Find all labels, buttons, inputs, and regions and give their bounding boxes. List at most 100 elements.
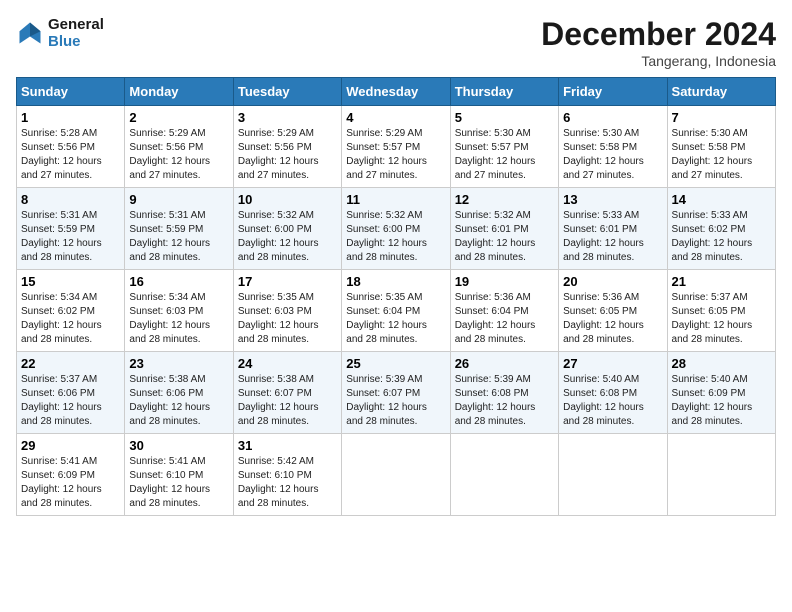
cell-info: Sunrise: 5:34 AMSunset: 6:02 PMDaylight:… [21, 291, 120, 347]
day-number: 20 [563, 274, 662, 289]
cell-info: Sunrise: 5:33 AMSunset: 6:01 PMDaylight:… [563, 209, 662, 265]
subtitle: Tangerang, Indonesia [541, 53, 776, 69]
day-number: 29 [21, 438, 120, 453]
cell-info: Sunrise: 5:37 AMSunset: 6:06 PMDaylight:… [21, 373, 120, 429]
calendar-cell [559, 434, 667, 516]
cell-info: Sunrise: 5:41 AMSunset: 6:09 PMDaylight:… [21, 455, 120, 511]
day-number: 5 [455, 110, 554, 125]
calendar-cell: 5 Sunrise: 5:30 AMSunset: 5:57 PMDaylight… [450, 106, 558, 188]
cell-info: Sunrise: 5:32 AMSunset: 6:00 PMDaylight:… [346, 209, 445, 265]
calendar-cell: 15 Sunrise: 5:34 AMSunset: 6:02 PMDayligh… [17, 270, 125, 352]
calendar-cell: 28 Sunrise: 5:40 AMSunset: 6:09 PMDayligh… [667, 352, 775, 434]
week-row-1: 1 Sunrise: 5:28 AMSunset: 5:56 PMDaylight… [17, 106, 776, 188]
cell-info: Sunrise: 5:29 AMSunset: 5:57 PMDaylight:… [346, 127, 445, 183]
day-header-sunday: Sunday [17, 78, 125, 106]
day-number: 23 [129, 356, 228, 371]
calendar-cell: 6 Sunrise: 5:30 AMSunset: 5:58 PMDaylight… [559, 106, 667, 188]
calendar-cell: 1 Sunrise: 5:28 AMSunset: 5:56 PMDaylight… [17, 106, 125, 188]
title-area: December 2024 Tangerang, Indonesia [541, 16, 776, 69]
day-header-thursday: Thursday [450, 78, 558, 106]
logo: General Blue [16, 16, 104, 50]
cell-info: Sunrise: 5:32 AMSunset: 6:01 PMDaylight:… [455, 209, 554, 265]
day-number: 10 [238, 192, 337, 207]
calendar-cell [667, 434, 775, 516]
day-header-tuesday: Tuesday [233, 78, 341, 106]
cell-info: Sunrise: 5:40 AMSunset: 6:09 PMDaylight:… [672, 373, 771, 429]
week-row-5: 29 Sunrise: 5:41 AMSunset: 6:09 PMDayligh… [17, 434, 776, 516]
cell-info: Sunrise: 5:33 AMSunset: 6:02 PMDaylight:… [672, 209, 771, 265]
day-number: 12 [455, 192, 554, 207]
header: General Blue December 2024 Tangerang, In… [16, 16, 776, 69]
calendar-cell: 3 Sunrise: 5:29 AMSunset: 5:56 PMDaylight… [233, 106, 341, 188]
week-row-2: 8 Sunrise: 5:31 AMSunset: 5:59 PMDaylight… [17, 188, 776, 270]
cell-info: Sunrise: 5:40 AMSunset: 6:08 PMDaylight:… [563, 373, 662, 429]
calendar-cell: 19 Sunrise: 5:36 AMSunset: 6:04 PMDayligh… [450, 270, 558, 352]
calendar-cell: 21 Sunrise: 5:37 AMSunset: 6:05 PMDayligh… [667, 270, 775, 352]
calendar-cell: 7Sunrise: 5:30 AMSunset: 5:58 PMDaylight… [667, 106, 775, 188]
day-number: 26 [455, 356, 554, 371]
day-number: 6 [563, 110, 662, 125]
cell-info: Sunrise: 5:37 AMSunset: 6:05 PMDaylight:… [672, 291, 771, 347]
day-number: 3 [238, 110, 337, 125]
day-number: 25 [346, 356, 445, 371]
day-header-friday: Friday [559, 78, 667, 106]
day-number: 22 [21, 356, 120, 371]
day-number: 21 [672, 274, 771, 289]
calendar-cell: 8 Sunrise: 5:31 AMSunset: 5:59 PMDaylight… [17, 188, 125, 270]
day-number: 18 [346, 274, 445, 289]
day-number: 16 [129, 274, 228, 289]
cell-info: Sunrise: 5:29 AMSunset: 5:56 PMDaylight:… [129, 127, 228, 183]
calendar-cell: 16 Sunrise: 5:34 AMSunset: 6:03 PMDayligh… [125, 270, 233, 352]
cell-info: Sunrise: 5:39 AMSunset: 6:08 PMDaylight:… [455, 373, 554, 429]
week-row-3: 15 Sunrise: 5:34 AMSunset: 6:02 PMDayligh… [17, 270, 776, 352]
cell-info: Sunrise: 5:36 AMSunset: 6:04 PMDaylight:… [455, 291, 554, 347]
cell-info: Sunrise: 5:30 AMSunset: 5:57 PMDaylight:… [455, 127, 554, 183]
calendar-cell: 30 Sunrise: 5:41 AMSunset: 6:10 PMDayligh… [125, 434, 233, 516]
cell-info: Sunrise: 5:29 AMSunset: 5:56 PMDaylight:… [238, 127, 337, 183]
calendar-cell: 10 Sunrise: 5:32 AMSunset: 6:00 PMDayligh… [233, 188, 341, 270]
calendar-cell: 27Sunrise: 5:40 AMSunset: 6:08 PMDayligh… [559, 352, 667, 434]
day-number: 1 [21, 110, 120, 125]
calendar-table: SundayMondayTuesdayWednesdayThursdayFrid… [16, 77, 776, 516]
calendar-cell: 20 Sunrise: 5:36 AMSunset: 6:05 PMDayligh… [559, 270, 667, 352]
cell-info: Sunrise: 5:38 AMSunset: 6:06 PMDaylight:… [129, 373, 228, 429]
calendar-cell: 12 Sunrise: 5:32 AMSunset: 6:01 PMDayligh… [450, 188, 558, 270]
calendar-cell: 18 Sunrise: 5:35 AMSunset: 6:04 PMDayligh… [342, 270, 450, 352]
cell-info: Sunrise: 5:38 AMSunset: 6:07 PMDaylight:… [238, 373, 337, 429]
cell-info: Sunrise: 5:34 AMSunset: 6:03 PMDaylight:… [129, 291, 228, 347]
cell-info: Sunrise: 5:31 AMSunset: 5:59 PMDaylight:… [129, 209, 228, 265]
day-number: 19 [455, 274, 554, 289]
cell-info: Sunrise: 5:31 AMSunset: 5:59 PMDaylight:… [21, 209, 120, 265]
cell-info: Sunrise: 5:35 AMSunset: 6:03 PMDaylight:… [238, 291, 337, 347]
day-header-wednesday: Wednesday [342, 78, 450, 106]
day-number: 13 [563, 192, 662, 207]
cell-info: Sunrise: 5:35 AMSunset: 6:04 PMDaylight:… [346, 291, 445, 347]
cell-info: Sunrise: 5:32 AMSunset: 6:00 PMDaylight:… [238, 209, 337, 265]
cell-info: Sunrise: 5:36 AMSunset: 6:05 PMDaylight:… [563, 291, 662, 347]
calendar-cell: 22 Sunrise: 5:37 AMSunset: 6:06 PMDayligh… [17, 352, 125, 434]
day-number: 15 [21, 274, 120, 289]
calendar-cell: 9 Sunrise: 5:31 AMSunset: 5:59 PMDaylight… [125, 188, 233, 270]
calendar-cell: 14 Sunrise: 5:33 AMSunset: 6:02 PMDayligh… [667, 188, 775, 270]
cell-info: Sunrise: 5:30 AMSunset: 5:58 PMDaylight:… [563, 127, 662, 183]
day-number: 8 [21, 192, 120, 207]
calendar-cell: 29 Sunrise: 5:41 AMSunset: 6:09 PMDayligh… [17, 434, 125, 516]
day-number: 14 [672, 192, 771, 207]
calendar-cell: 2 Sunrise: 5:29 AMSunset: 5:56 PMDaylight… [125, 106, 233, 188]
day-number: 4 [346, 110, 445, 125]
day-number: 2 [129, 110, 228, 125]
day-number: 9 [129, 192, 228, 207]
cell-info: Sunrise: 5:28 AMSunset: 5:56 PMDaylight:… [21, 127, 120, 183]
day-number: 28 [672, 356, 771, 371]
calendar-cell: 24Sunrise: 5:38 AMSunset: 6:07 PMDayligh… [233, 352, 341, 434]
cell-info: Sunrise: 5:41 AMSunset: 6:10 PMDaylight:… [129, 455, 228, 511]
day-number: 7 [672, 110, 771, 125]
day-number: 30 [129, 438, 228, 453]
calendar-cell [450, 434, 558, 516]
cell-info: Sunrise: 5:42 AMSunset: 6:10 PMDaylight:… [238, 455, 337, 511]
days-header-row: SundayMondayTuesdayWednesdayThursdayFrid… [17, 78, 776, 106]
calendar-cell: 23 Sunrise: 5:38 AMSunset: 6:06 PMDayligh… [125, 352, 233, 434]
calendar-cell [342, 434, 450, 516]
day-header-monday: Monday [125, 78, 233, 106]
logo-text: General Blue [48, 16, 104, 50]
